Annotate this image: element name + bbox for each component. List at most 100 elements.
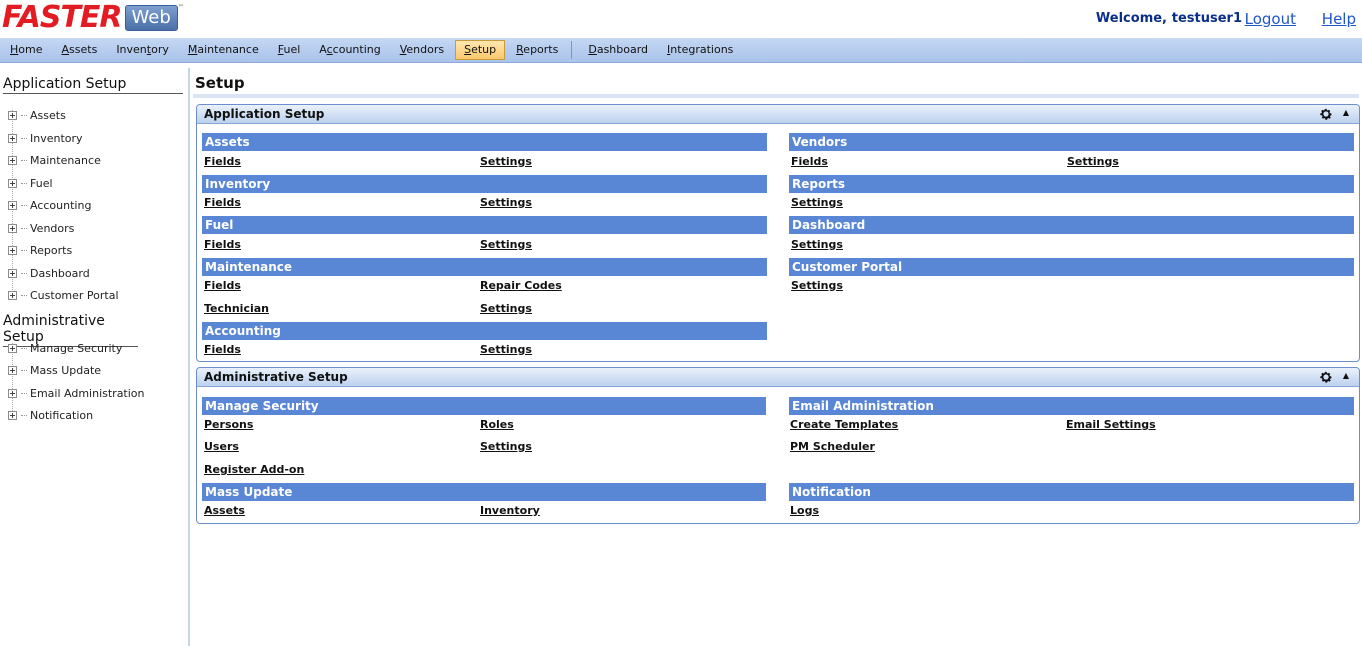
maintenance-settings-link[interactable]: Settings [480, 302, 532, 315]
expand-icon[interactable] [8, 200, 17, 210]
group-header: Accounting [202, 322, 767, 340]
customer-portal-settings-link[interactable]: Settings [791, 279, 843, 292]
welcome-text: Welcome, [1095, 11, 1167, 26]
assets-fields-link[interactable]: Fields [204, 155, 241, 168]
group-reports: Reports Settings [789, 175, 1354, 209]
nav-fuel[interactable]: Fuel [270, 40, 309, 60]
group-header: Inventory [202, 175, 767, 193]
email-settings-link[interactable]: Email Settings [1066, 418, 1156, 431]
expand-icon[interactable] [8, 410, 17, 420]
nav-home[interactable]: Home [2, 40, 51, 60]
faster-web-logo[interactable]: FASTER Web ™ [2, 2, 184, 34]
expand-icon[interactable] [8, 343, 17, 353]
group-header: Notification [789, 483, 1354, 501]
fuel-settings-link[interactable]: Settings [480, 238, 532, 251]
vendors-fields-link[interactable]: Fields [791, 155, 828, 168]
group-header: Manage Security [202, 397, 766, 415]
inventory-fields-link[interactable]: Fields [204, 196, 241, 209]
title-divider [193, 94, 1359, 98]
sidebar-item-customer-portal[interactable]: Customer Portal [8, 287, 119, 303]
expand-icon[interactable] [8, 388, 17, 398]
username: testuser1 [1171, 11, 1242, 26]
gear-icon[interactable] [1319, 370, 1333, 384]
sidebar-item-manage-security[interactable]: Manage Security [8, 340, 122, 356]
mass-update-assets-link[interactable]: Assets [204, 504, 245, 517]
roles-link[interactable]: Roles [480, 418, 514, 431]
mass-update-inventory-link[interactable]: Inventory [480, 504, 540, 517]
maintenance-fields-link[interactable]: Fields [204, 279, 241, 292]
nav-reports[interactable]: Reports [508, 40, 566, 60]
sidebar-item-notification[interactable]: Notification [8, 407, 93, 423]
nav-assets[interactable]: Assets [54, 40, 106, 60]
group-fuel: Fuel Fields Settings [202, 216, 767, 251]
expand-icon[interactable] [8, 223, 17, 233]
expand-icon[interactable] [8, 110, 17, 120]
sidebar-item-vendors[interactable]: Vendors [8, 220, 74, 236]
group-header: Customer Portal [789, 258, 1354, 276]
security-settings-link[interactable]: Settings [480, 440, 532, 453]
expand-icon[interactable] [8, 268, 17, 278]
gear-icon[interactable] [1319, 107, 1333, 121]
sidebar-item-fuel[interactable]: Fuel [8, 175, 53, 191]
nav-vendors[interactable]: Vendors [392, 40, 452, 60]
logout-link[interactable]: Logout [1245, 10, 1296, 28]
sidebar-item-maintenance[interactable]: Maintenance [8, 152, 101, 168]
pm-scheduler-link[interactable]: PM Scheduler [790, 440, 875, 453]
sidebar-item-email-administration[interactable]: Email Administration [8, 385, 145, 401]
collapse-icon[interactable]: ▲ [1343, 371, 1349, 380]
group-header: Fuel [202, 216, 767, 234]
users-link[interactable]: Users [204, 440, 239, 453]
sidebar: Application Setup Assets Inventory Maint… [0, 68, 187, 646]
accounting-settings-link[interactable]: Settings [480, 343, 532, 356]
assets-settings-link[interactable]: Settings [480, 155, 532, 168]
sidebar-item-mass-update[interactable]: Mass Update [8, 362, 101, 378]
create-templates-link[interactable]: Create Templates [790, 418, 898, 431]
expand-icon[interactable] [8, 133, 17, 143]
group-accounting: Accounting Fields Settings [202, 322, 767, 356]
notification-logs-link[interactable]: Logs [790, 504, 819, 517]
group-header: Vendors [789, 133, 1354, 151]
group-manage-security: Manage Security Persons Roles Users Sett… [202, 397, 766, 476]
accounting-fields-link[interactable]: Fields [204, 343, 241, 356]
app-header: FASTER Web ™ Welcome, testuser1 Logout H… [0, 0, 1362, 38]
maintenance-repair-codes-link[interactable]: Repair Codes [480, 279, 562, 292]
nav-inventory[interactable]: Inventory [108, 40, 177, 60]
expand-icon[interactable] [8, 290, 17, 300]
sidebar-item-accounting[interactable]: Accounting [8, 197, 91, 213]
help-link[interactable]: Help [1322, 10, 1356, 28]
page-title: Setup [195, 74, 245, 92]
register-add-on-link[interactable]: Register Add-on [204, 463, 304, 476]
collapse-icon[interactable]: ▲ [1343, 108, 1349, 117]
maintenance-technician-link[interactable]: Technician [204, 302, 269, 315]
vendors-settings-link[interactable]: Settings [1067, 155, 1119, 168]
sidebar-item-dashboard[interactable]: Dashboard [8, 265, 90, 281]
group-maintenance: Maintenance Fields Repair Codes Technici… [202, 258, 767, 315]
main-nav: Home Assets Inventory Maintenance Fuel A… [0, 38, 1362, 63]
nav-dashboard[interactable]: Dashboard [580, 40, 656, 60]
trademark-icon: ™ [177, 4, 184, 11]
expand-icon[interactable] [8, 178, 17, 188]
reports-settings-link[interactable]: Settings [791, 196, 843, 209]
expand-icon[interactable] [8, 155, 17, 165]
expand-icon[interactable] [8, 245, 17, 255]
panel-header: Application Setup ▲ [197, 105, 1359, 124]
persons-link[interactable]: Persons [204, 418, 253, 431]
group-header: Assets [202, 133, 767, 151]
sidebar-app-title: Application Setup [3, 76, 183, 94]
sidebar-item-reports[interactable]: Reports [8, 242, 72, 258]
panel-header: Administrative Setup ▲ [197, 368, 1359, 387]
nav-accounting[interactable]: Accounting [311, 40, 388, 60]
sidebar-item-inventory[interactable]: Inventory [8, 130, 83, 146]
group-customer-portal: Customer Portal Settings [789, 258, 1354, 292]
nav-integrations[interactable]: Integrations [659, 40, 741, 60]
nav-setup[interactable]: Setup [455, 40, 506, 60]
expand-icon[interactable] [8, 365, 17, 375]
inventory-settings-link[interactable]: Settings [480, 196, 532, 209]
panel-title: Application Setup [204, 107, 325, 121]
nav-maintenance[interactable]: Maintenance [180, 40, 267, 60]
fuel-fields-link[interactable]: Fields [204, 238, 241, 251]
nav-separator [571, 41, 573, 59]
sidebar-item-assets[interactable]: Assets [8, 107, 66, 123]
dashboard-settings-link[interactable]: Settings [791, 238, 843, 251]
sidebar-splitter[interactable] [188, 68, 190, 646]
